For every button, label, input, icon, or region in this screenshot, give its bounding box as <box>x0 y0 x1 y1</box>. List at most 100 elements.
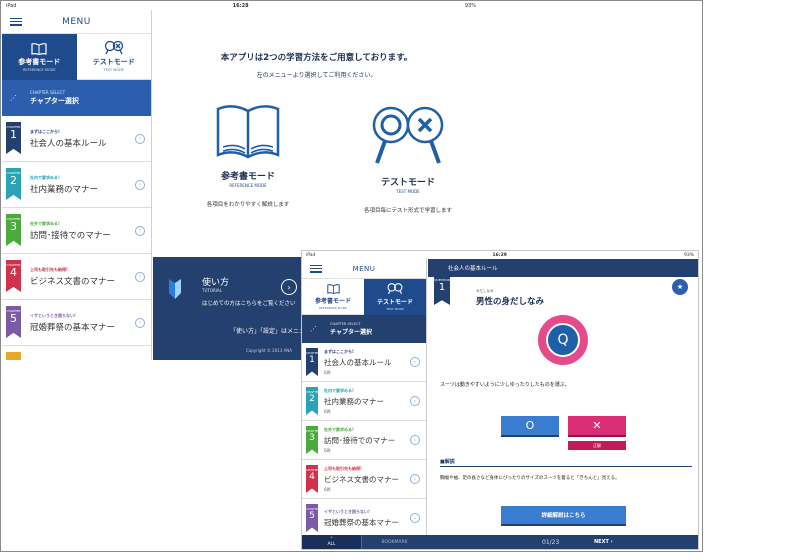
reference-mode-card[interactable]: 参考書モード REFERENCE MODE 各項目をわかりやすく解説します <box>183 103 313 214</box>
question-count: 6問 <box>324 447 331 453</box>
chapter-item-6[interactable] <box>2 346 151 360</box>
menu-title: MENU <box>352 264 376 273</box>
chevron-right-icon: › <box>135 317 145 328</box>
chapter-item-4[interactable]: CHAPTER 4 上司も取引先も納得! ビジネス文書のマナー 6問 › <box>302 460 426 499</box>
ox-paddles-icon <box>387 283 403 295</box>
tab-bookmark[interactable]: BOOKMARK <box>362 535 427 549</box>
bottom-tab-bar: ⌃ ALL BOOKMARK 01/23 NEXT › <box>302 535 698 549</box>
beginner-leaf-icon <box>169 279 181 299</box>
chapter-number: 4 <box>309 472 315 482</box>
chevron-right-icon: › <box>135 271 145 282</box>
reference-mode-label: 参考書モード <box>18 57 61 66</box>
test-mode-button[interactable]: テストモード TEST MODE <box>364 279 426 315</box>
chapter-name: ビジネス文書のマナー <box>30 276 116 287</box>
chevron-right-icon: › <box>410 474 420 484</box>
detail-explanation-button[interactable]: 詳細解説はこちら <box>501 506 626 526</box>
test-mode-sub: TEST MODE <box>386 307 404 311</box>
chapter-item-5[interactable]: CHAPTER 5 イザというとき困らない! 冠婚葬祭の基本マナー › <box>302 499 426 538</box>
device-label: iPad <box>6 3 17 9</box>
chapter-item-2[interactable]: CHAPTER 2 社内で要求める! 社内業務のマナー › <box>2 162 151 208</box>
side-menu: MENU 参考書モード REFERENCE MODE テストモード TEST M… <box>302 259 427 539</box>
tutorial-title: 使い方 <box>202 278 230 288</box>
side-menu: MENU 参考書モード REFERENCE MODE テストモード TEST M… <box>2 10 152 360</box>
chapter-item-2[interactable]: CHAPTER 2 社内で要求める! 社内業務のマナー 6問 › <box>302 382 426 421</box>
question-symbol: Q <box>546 323 580 357</box>
test-mode-card[interactable]: テストモード TEST MODE 各項目毎にテスト形式で学習します <box>343 103 473 214</box>
chapter-tab: CHAPTER 1 <box>306 348 318 376</box>
mode-options: 参考書モード REFERENCE MODE 各項目をわかりやすく解説します テス… <box>183 103 473 214</box>
test-mode-label: テストモード <box>92 58 135 66</box>
hamburger-icon[interactable] <box>10 17 22 26</box>
question-number-flag: QUESTION 1 <box>434 275 450 305</box>
chapter-name: 訪問･接待でのマナー <box>30 230 111 241</box>
chapter-tab: CHAPTER 4 <box>306 465 318 493</box>
question-badge: Q <box>538 315 588 365</box>
question-panel: 社会人の基本ルール QUESTION 1 ★ みだしなみ 男性の身だしなみ Q … <box>428 259 698 537</box>
mode-switch: 参考書モード REFERENCE MODE テストモード TEST MODE <box>302 279 426 315</box>
test-mode-desc: 各項目毎にテスト形式で学習します <box>363 208 452 214</box>
chapter-item-3[interactable]: CHAPTER 3 社外で要求める! 訪問･接待でのマナー › <box>2 208 151 254</box>
status-bar: iPad 16:28 93% <box>2 2 480 10</box>
chapter-item-5[interactable]: CHAPTER 5 イザというとき困らない! 冠婚葬祭の基本マナー › <box>2 300 151 346</box>
chapter-tab: CHAPTER 1 <box>6 122 21 154</box>
explanation-text: 胸幅や袖、足の長さなど身体にぴったりのサイズのスーツを着ると「きちんと」見える。 <box>440 476 620 481</box>
chevron-right-icon: › <box>410 396 420 406</box>
menu-header: MENU <box>302 259 426 279</box>
dots-icon: ⋰ <box>310 325 317 333</box>
chapter-item-1[interactable]: CHAPTER 1 まずはここから! 社会人の基本ルール 6問 › <box>302 343 426 382</box>
chapter-item-3[interactable]: CHAPTER 3 社外で要求める! 訪問･接待でのマナー 6問 › <box>302 421 426 460</box>
battery-level: 93% <box>464 3 476 9</box>
question-count: 6問 <box>324 369 331 375</box>
status-bar: iPad 16:29 93% <box>302 251 698 259</box>
question-ruby: みだしなみ <box>476 289 494 293</box>
next-button[interactable]: NEXT › <box>594 539 613 545</box>
answer-o-button[interactable]: O <box>501 416 559 437</box>
bookmark-star-icon[interactable]: ★ <box>672 279 688 295</box>
reference-mode-sub: REFERENCE MODE <box>22 67 56 72</box>
chapter-tab: CHAPTER 5 <box>6 306 21 338</box>
next-label: NEXT <box>594 539 609 545</box>
copyright-text: Copyright © 2013 ANA <box>246 348 293 353</box>
chapter-item-1[interactable]: CHAPTER 1 まずはここから! 社会人の基本ルール › <box>2 116 151 162</box>
chapter-name: 冠婚葬祭の基本マナー <box>30 322 116 333</box>
reference-mode-sub: REFERENCE MODE <box>319 305 347 310</box>
answer-x-button[interactable]: ✕ <box>568 416 626 437</box>
chapter-select-header: ⋰ CHAPTER SELECT チャプター選択 <box>302 315 426 343</box>
reference-mode-label: 参考書モード <box>314 297 351 305</box>
chapter-number: 3 <box>10 220 17 233</box>
chapter-list: CHAPTER 1 まずはここから! 社会人の基本ルール › CHAPTER 2 <box>2 116 151 360</box>
composite-screenshot: iPad 16:28 93% MENU 参考書モード REFERENCE MOD… <box>0 0 800 560</box>
chevron-right-icon[interactable]: › <box>281 279 297 295</box>
chapter-name: 社内業務のマナー <box>324 396 384 406</box>
chapter-number: 3 <box>309 433 315 443</box>
status-time: 16:28 <box>232 3 249 9</box>
chapter-item-4[interactable]: CHAPTER 4 上司も取引先も納得! ビジネス文書のマナー › <box>2 254 151 300</box>
reference-mode-button[interactable]: 参考書モード REFERENCE MODE <box>2 34 77 80</box>
chapter-select-title: チャプター選択 <box>30 97 79 105</box>
chapter-tag: まずはここから! <box>324 348 354 354</box>
chapter-name: ビジネス文書のマナー <box>324 474 399 484</box>
test-mode-label: テストモード <box>376 299 413 306</box>
device-label: iPad <box>306 252 316 258</box>
chevron-right-icon: › <box>135 179 145 190</box>
question-count: 6問 <box>324 486 331 492</box>
hamburger-icon[interactable] <box>310 264 322 273</box>
chapter-name: 社会人の基本ルール <box>30 138 107 149</box>
chapter-tab: CHAPTER 5 <box>306 504 318 532</box>
battery-level: 93% <box>683 252 694 258</box>
chapter-number: 1 <box>10 128 17 141</box>
tutorial-note: 「使い方」「設定」はメニュ <box>230 328 306 335</box>
dots-icon: ⋰ <box>10 94 17 102</box>
chapter-tag: 社内で要求める! <box>30 174 60 180</box>
chapter-number: 5 <box>309 511 315 521</box>
reference-mode-button[interactable]: 参考書モード REFERENCE MODE <box>302 279 364 315</box>
chevron-right-icon: › <box>135 225 145 236</box>
question-number: 1 <box>438 282 446 293</box>
chapter-name: 訪問･接待でのマナー <box>324 435 396 445</box>
ox-paddles-icon <box>104 41 123 55</box>
test-mode-button[interactable]: テストモード TEST MODE <box>76 34 151 80</box>
tab-all[interactable]: ⌃ ALL <box>302 535 362 549</box>
explanation-heading: ■解説 <box>440 458 692 467</box>
chapter-tab: CHAPTER 3 <box>6 214 21 246</box>
ox-paddles-icon <box>372 106 444 164</box>
